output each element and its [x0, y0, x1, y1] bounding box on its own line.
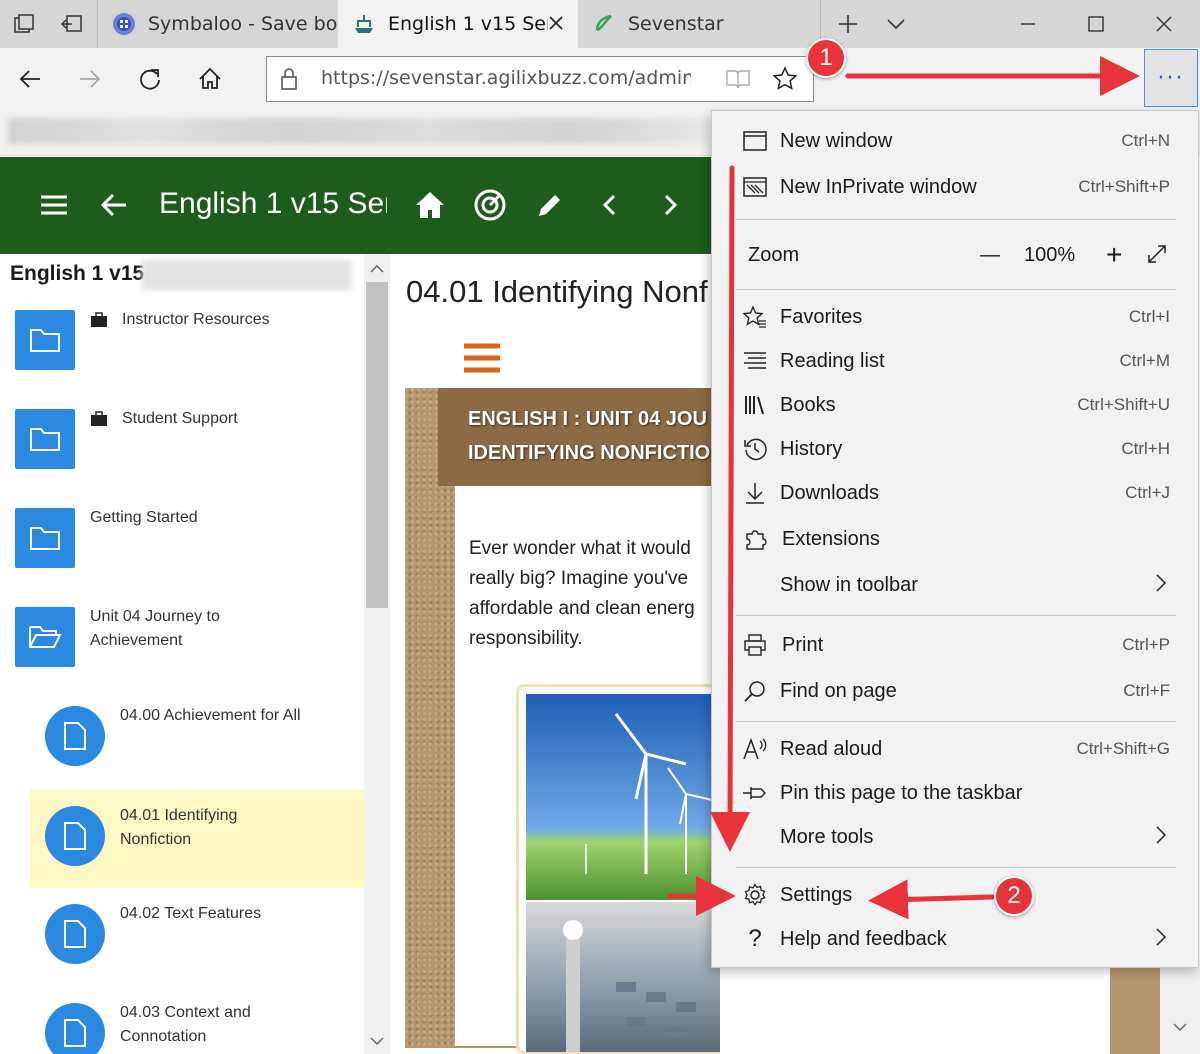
step-badge-2: 2: [994, 876, 1034, 916]
step-badge-1: 1: [806, 38, 846, 78]
arrow-down-menu: [710, 165, 751, 852]
arrow-to-settings-right: [868, 879, 995, 920]
